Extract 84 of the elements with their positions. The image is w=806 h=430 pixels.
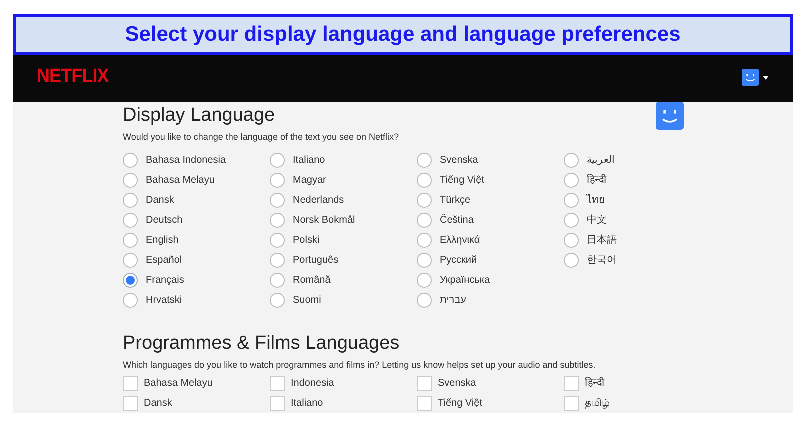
radio-button[interactable] [123, 212, 138, 228]
language-option[interactable]: Română [270, 270, 331, 290]
language-option[interactable]: Svenska [417, 373, 476, 393]
radio-button[interactable] [564, 192, 579, 208]
radio-button[interactable] [123, 252, 138, 268]
language-option[interactable]: English [123, 230, 179, 250]
language-option[interactable]: हिन्दी [564, 373, 605, 393]
radio-button[interactable] [417, 252, 432, 268]
radio-button[interactable] [123, 232, 138, 248]
radio-button[interactable] [270, 252, 285, 268]
language-option[interactable]: Italiano [270, 393, 324, 413]
radio-button[interactable] [564, 212, 579, 228]
language-option[interactable]: Français [123, 270, 184, 290]
language-option[interactable]: Русский [417, 250, 478, 270]
language-option[interactable]: Bahasa Melayu [123, 170, 215, 190]
language-option[interactable]: Bahasa Melayu [123, 373, 213, 393]
radio-button[interactable] [417, 292, 432, 308]
radio-button[interactable] [270, 152, 285, 168]
language-option[interactable]: Dansk [123, 190, 174, 210]
language-option[interactable]: हिन्दी [564, 170, 607, 190]
radio-button[interactable] [123, 172, 138, 188]
language-option[interactable]: العربية [564, 150, 615, 170]
section-title: Display Language [123, 104, 276, 128]
language-option[interactable]: Italiano [270, 150, 326, 170]
checkbox[interactable] [123, 376, 138, 390]
language-option[interactable]: 中文 [564, 210, 607, 230]
section-subtitle: Would you like to change the language of the text you see on Netflix? [123, 131, 400, 143]
radio-button[interactable] [417, 172, 432, 188]
radio-button[interactable] [123, 292, 138, 308]
language-option[interactable]: Bahasa Indonesia [123, 150, 226, 170]
language-option[interactable]: 한국어 [564, 250, 617, 270]
language-option[interactable]: Polski [270, 230, 320, 250]
caret-icon[interactable] [763, 76, 769, 80]
radio-button[interactable] [417, 232, 432, 248]
radio-button[interactable] [564, 252, 579, 268]
logo[interactable]: NETFLIX [37, 62, 109, 92]
section-title: Programmes & Films Languages [123, 332, 400, 356]
checkbox[interactable] [564, 396, 579, 410]
language-option[interactable]: Ελληνικά [417, 230, 480, 250]
checkbox[interactable] [417, 376, 432, 390]
radio-button[interactable] [270, 212, 285, 228]
language-option[interactable]: Українська [417, 270, 490, 290]
section-subtitle: Which languages do you like to watch programmes and films in? Letting us know helps set up your audio and subtitles. [123, 359, 597, 371]
language-option[interactable]: Nederlands [270, 190, 344, 210]
language-option[interactable]: Norsk Bokmål [270, 210, 356, 230]
checkbox[interactable] [417, 396, 432, 410]
language-option[interactable]: Deutsch [123, 210, 183, 230]
radio-button[interactable] [417, 212, 432, 228]
banner-title: Select your display language and language preferences [125, 22, 681, 48]
language-option[interactable]: Español [123, 250, 182, 270]
language-option[interactable]: Magyar [270, 170, 326, 190]
language-option[interactable]: Suomi [270, 290, 322, 310]
radio-button[interactable] [270, 172, 285, 188]
language-option[interactable]: עברית [417, 290, 466, 310]
language-option[interactable]: Tiếng Việt [417, 393, 482, 413]
radio-button[interactable] [123, 272, 138, 288]
radio-button[interactable] [417, 152, 432, 168]
radio-button[interactable] [564, 152, 579, 168]
profile-avatar-icon[interactable] [656, 102, 684, 130]
language-option[interactable]: Indonesia [270, 373, 334, 393]
checkbox[interactable] [270, 376, 285, 390]
language-option[interactable]: Svenska [417, 150, 478, 170]
radio-button[interactable] [123, 152, 138, 168]
radio-button[interactable] [270, 272, 285, 288]
checkbox[interactable] [564, 376, 579, 390]
radio-button[interactable] [417, 272, 432, 288]
language-option[interactable]: ไทย [564, 190, 605, 210]
checkbox[interactable] [270, 396, 285, 410]
radio-button[interactable] [564, 232, 579, 248]
radio-button[interactable] [123, 192, 138, 208]
language-option[interactable]: Português [270, 250, 339, 270]
language-option[interactable]: Türkçe [417, 190, 471, 210]
checkbox[interactable] [123, 396, 138, 410]
radio-button[interactable] [270, 192, 285, 208]
radio-button[interactable] [564, 172, 579, 188]
radio-button[interactable] [270, 292, 285, 308]
language-option[interactable]: Dansk [123, 393, 172, 413]
language-option[interactable]: Tiếng Việt [417, 170, 484, 190]
radio-button[interactable] [417, 192, 432, 208]
language-option[interactable]: தமிழ் [564, 393, 610, 413]
radio-button[interactable] [270, 232, 285, 248]
language-option[interactable]: Hrvatski [123, 290, 182, 310]
language-option[interactable]: 日本語 [564, 230, 617, 250]
language-option[interactable]: Čeština [417, 210, 474, 230]
